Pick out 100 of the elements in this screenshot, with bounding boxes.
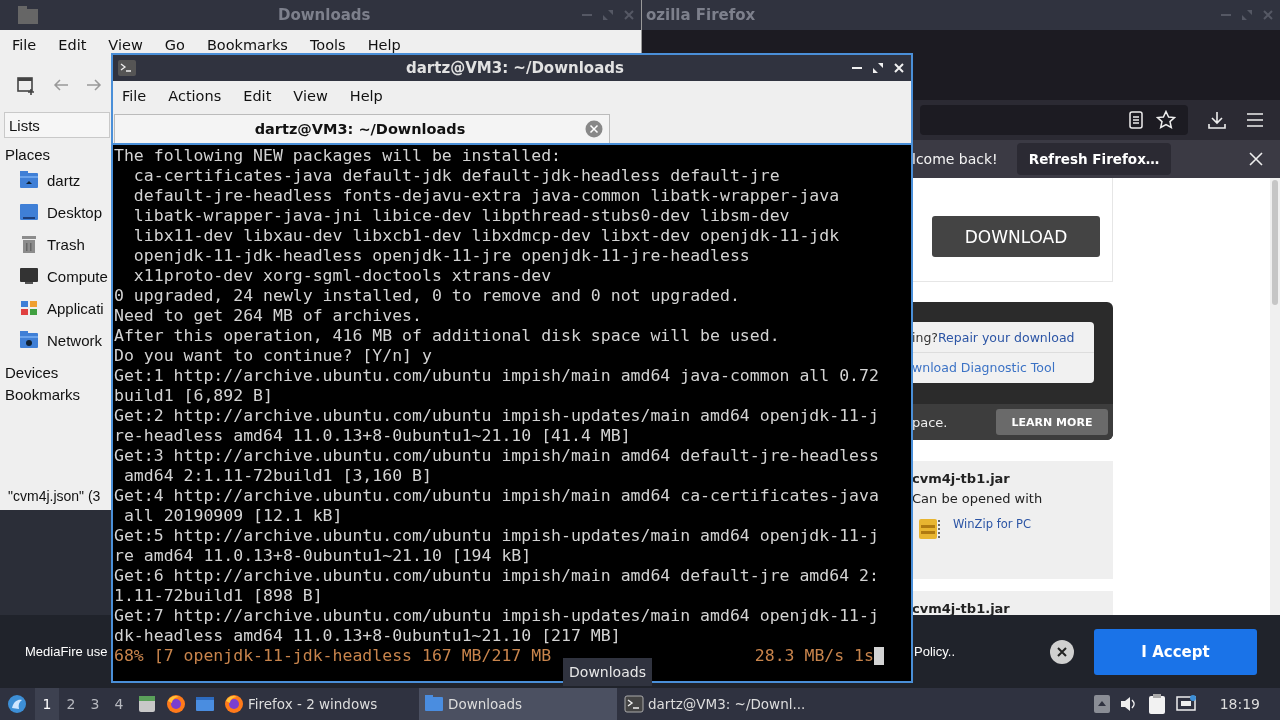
terminal-line: re-headless amd64 11.0.13+8-0ubuntu1~21.10 [41.4 MB] bbox=[114, 426, 632, 446]
menu-item[interactable]: Tools bbox=[309, 37, 346, 53]
file-manager-icon[interactable] bbox=[137, 694, 157, 714]
terminal-line: Do you want to continue? [Y/n] y bbox=[114, 346, 433, 366]
computer-icon bbox=[19, 266, 39, 286]
task-button[interactable]: dartz@VM3: ~/Downl... bbox=[619, 688, 817, 720]
menu-item[interactable]: File bbox=[12, 37, 37, 53]
task-button[interactable]: Firefox - 2 windows bbox=[219, 688, 417, 720]
terminal-line: Get:1 http://archive.ubuntu.com/ubuntu impish/main amd64 java-common all 0.72 bbox=[114, 366, 880, 386]
terminal-line: ca-certificates-java default-jdk default-jdk-headless default-jre bbox=[132, 166, 781, 186]
browser-icon bbox=[224, 694, 244, 714]
terminal-line: re amd64 11.0.13+8-0ubuntu1~21.10 [194 kB] bbox=[114, 546, 533, 566]
menu-item[interactable]: File bbox=[122, 88, 147, 104]
start-menu-icon[interactable] bbox=[7, 694, 27, 714]
terminal-icon bbox=[118, 60, 136, 76]
progress-text: 68% [7 openjdk-11-jdk-headless 167 MB/217 MB bbox=[114, 646, 552, 666]
download-icon[interactable] bbox=[1208, 111, 1226, 129]
menu-item[interactable]: Help bbox=[349, 88, 383, 104]
menu-item[interactable]: Edit bbox=[243, 88, 272, 104]
sidebar-item[interactable]: Desktop bbox=[0, 196, 110, 228]
reader-view-icon[interactable] bbox=[1128, 111, 1144, 129]
sidebar-item[interactable]: Compute bbox=[0, 260, 110, 292]
section-heading[interactable]: Places bbox=[0, 138, 110, 164]
terminal-line: 0 upgraded, 24 newly installed, 0 to remove and 0 not upgraded. bbox=[114, 286, 741, 306]
text-cursor bbox=[874, 647, 884, 665]
terminal-line: amd64 2:1.11-72build1 [3,160 B] bbox=[122, 466, 433, 486]
menu-item[interactable]: Edit bbox=[58, 37, 87, 53]
sidebar-item[interactable]: Applicati bbox=[0, 292, 110, 324]
terminal-line: default-jre-headless fonts-dejavu-extra java-common libatk-wrapper-java bbox=[132, 186, 841, 206]
menu-item[interactable]: Actions bbox=[168, 88, 222, 104]
app-link[interactable]: WinZip for PC bbox=[953, 517, 1032, 531]
terminal-icon bbox=[624, 694, 644, 714]
terminal-line: 1.11-72build1 [898 B] bbox=[114, 586, 324, 606]
terminal-line: Need to get 264 MB of archives. bbox=[114, 306, 423, 326]
learn-more-button[interactable]: LEARN MORE bbox=[996, 409, 1108, 435]
refresh-button[interactable]: Refresh Firefox… bbox=[1016, 143, 1172, 175]
new-tab-icon[interactable] bbox=[16, 75, 36, 95]
workspace-button[interactable]: 2 bbox=[59, 688, 83, 720]
side-pane-selector[interactable]: Lists bbox=[4, 112, 110, 138]
terminal-line: libatk-wrapper-java-jni libice-dev libpthread-stubs0-dev libsm-dev bbox=[132, 206, 791, 226]
speed-text: 28.3 MB/s 1s bbox=[754, 646, 874, 666]
window-title: dartz@VM3: ~/Downloads bbox=[406, 59, 624, 77]
menu-item[interactable]: View bbox=[293, 88, 328, 104]
notification-message: lcome back! bbox=[912, 151, 998, 167]
sidebar-item[interactable]: Network bbox=[0, 324, 110, 356]
menu-icon[interactable] bbox=[1246, 112, 1264, 128]
section-heading[interactable]: Bookmarks bbox=[0, 382, 110, 404]
menu-item[interactable]: Go bbox=[164, 37, 185, 53]
task-button[interactable]: Downloads bbox=[419, 688, 617, 720]
desktop-icon bbox=[19, 202, 39, 222]
folder-network-icon bbox=[19, 330, 39, 350]
terminal-line: The following NEW packages will be installed: bbox=[114, 146, 563, 166]
terminal-line: Get:2 http://archive.ubuntu.com/ubuntu impish-updates/main amd64 openjdk-11-j bbox=[114, 406, 880, 426]
clock: 18:19 bbox=[1219, 696, 1260, 712]
folder-icon bbox=[424, 694, 444, 714]
sidebar-item[interactable]: dartz bbox=[0, 164, 110, 196]
terminal-line: libx11-dev libxau-dev libxcb1-dev libxdmcp-dev libxt-dev openjdk-11-jdk bbox=[132, 226, 841, 246]
terminal-line: Get:5 http://archive.ubuntu.com/ubuntu impish-updates/main amd64 openjdk-11-j bbox=[114, 526, 880, 546]
sidebar-item[interactable]: Trash bbox=[0, 228, 110, 260]
scroll-thumb[interactable] bbox=[1272, 180, 1278, 305]
star-icon[interactable] bbox=[1156, 110, 1176, 130]
terminal-line: Get:7 http://archive.ubuntu.com/ubuntu impish-updates/main amd64 openjdk-11-j bbox=[114, 606, 880, 626]
terminal-tab[interactable]: dartz@VM3: ~/Downloads bbox=[114, 114, 610, 143]
terminal-line: x11proto-dev xorg-sgml-doctools xtrans-dev bbox=[132, 266, 553, 286]
folder-home-icon bbox=[19, 170, 39, 190]
terminal-line: dk-headless amd64 11.0.13+8-0ubuntu1~21.10 [217 MB] bbox=[114, 626, 622, 646]
close-icon[interactable] bbox=[1050, 639, 1074, 664]
terminal-line: After this operation, 416 MB of additional disk space will be used. bbox=[114, 326, 781, 346]
download-button[interactable]: DOWNLOAD bbox=[932, 216, 1100, 257]
close-tab-icon[interactable] bbox=[585, 120, 603, 138]
repair-link[interactable]: Repair your download bbox=[937, 329, 1075, 345]
menu-item[interactable]: View bbox=[108, 37, 143, 53]
menu-item[interactable]: Bookmarks bbox=[206, 37, 288, 53]
browser-icon[interactable] bbox=[166, 694, 186, 714]
status-text: "cvm4j.json" (3 bbox=[7, 488, 102, 506]
volume-icon[interactable] bbox=[1119, 696, 1138, 712]
terminal-line: all 20190909 [12.1 kB] bbox=[122, 506, 344, 526]
clipboard-icon[interactable] bbox=[1147, 694, 1166, 714]
footer-text: pace. bbox=[912, 414, 948, 430]
cookie-text: MediaFire use bbox=[25, 644, 108, 659]
applications-icon bbox=[19, 298, 39, 318]
maximize-icon[interactable] bbox=[872, 62, 884, 74]
terminal-line: Get:6 http://archive.ubuntu.com/ubuntu impish/main amd64 default-jre amd64 2: bbox=[114, 566, 880, 586]
terminal-line: build1 [6,892 B] bbox=[114, 386, 274, 406]
file-note: Can be opened with bbox=[912, 491, 1044, 506]
network-icon[interactable] bbox=[1175, 695, 1196, 713]
window-title: ozilla Firefox bbox=[646, 6, 756, 24]
workspace-button[interactable]: 4 bbox=[107, 688, 131, 720]
workspace-button[interactable]: 3 bbox=[83, 688, 107, 720]
window-icon[interactable] bbox=[195, 694, 215, 714]
workspace-button[interactable]: 1 bbox=[35, 688, 59, 720]
address-bar[interactable] bbox=[920, 105, 1188, 135]
folder-icon bbox=[18, 6, 38, 24]
terminal-line: Get:3 http://archive.ubuntu.com/ubuntu impish/main amd64 default-jre-headless bbox=[114, 446, 880, 466]
accept-button[interactable]: I Accept bbox=[1094, 628, 1257, 675]
terminal-line: Get:4 http://archive.ubuntu.com/ubuntu impish/main amd64 ca-certificates-java bbox=[114, 486, 880, 506]
archive-icon bbox=[917, 516, 943, 542]
terminal-line: openjdk-11-jdk-headless openjdk-11-jre openjdk-11-jre-headless bbox=[132, 246, 751, 266]
section-heading[interactable]: Devices bbox=[0, 356, 110, 382]
menu-item[interactable]: Help bbox=[367, 37, 401, 53]
